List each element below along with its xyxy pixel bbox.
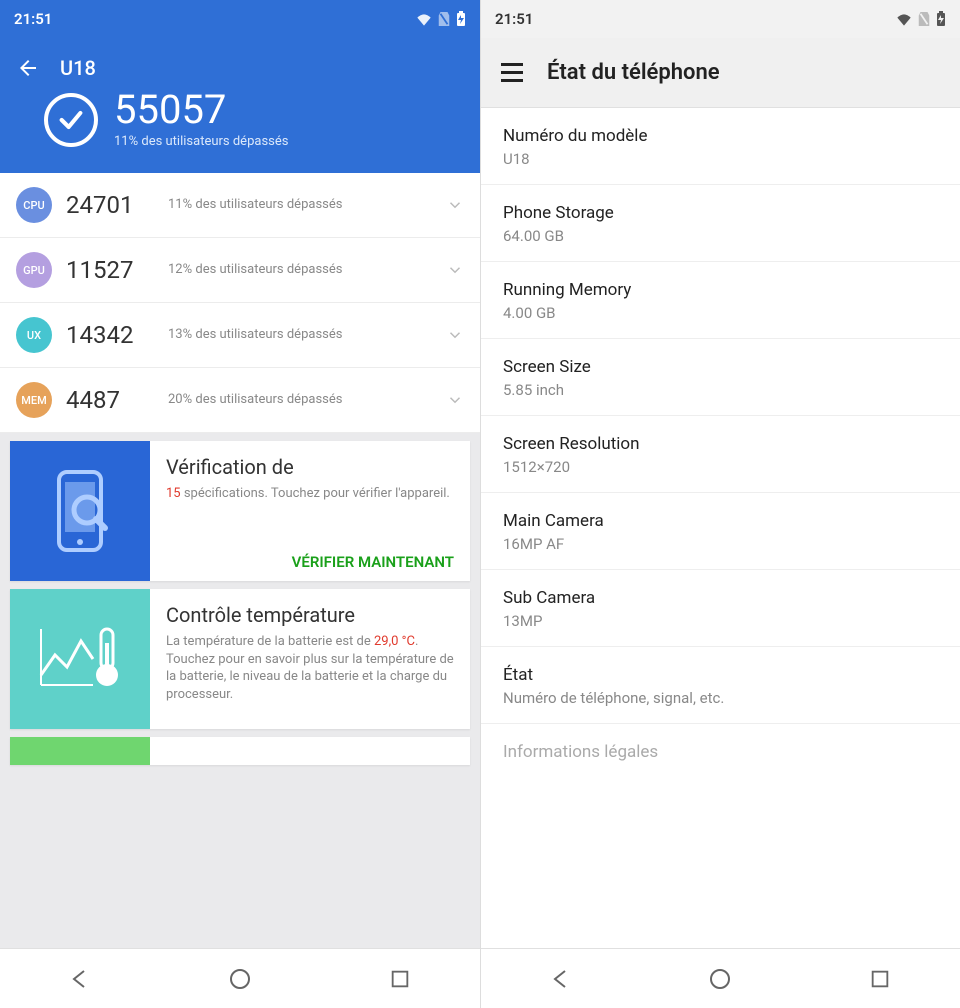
setting-row[interactable]: Running Memory 4.00 GB [481,262,960,339]
phone-search-icon [10,441,150,581]
system-navbar [481,948,960,1008]
status-icons [896,11,946,27]
card-text: La température de la batterie est de 29,… [166,633,454,703]
score-value: 24701 [66,191,154,219]
status-icons [416,11,466,27]
score-row-cpu[interactable]: CPU 24701 11% des utilisateurs dépassés [0,173,480,238]
chevron-down-icon [446,196,464,214]
setting-row-partial[interactable]: Informations légales [481,724,960,762]
setting-value: 5.85 inch [503,381,938,399]
card-verification[interactable]: Vérification de 15 spécifications. Touch… [10,441,470,581]
status-time: 21:51 [495,10,533,28]
menu-icon[interactable] [501,63,523,82]
setting-row[interactable]: Main Camera 16MP AF [481,493,960,570]
setting-value: 13MP [503,612,938,630]
setting-row[interactable]: Sub Camera 13MP [481,570,960,647]
setting-key: Screen Resolution [503,434,938,454]
score-value: 14342 [66,321,154,349]
setting-row[interactable]: Screen Resolution 1512×720 [481,416,960,493]
system-navbar [0,948,480,1008]
chevron-down-icon [446,261,464,279]
screen-phone-status: 21:51 État du téléphone Numéro du modèle… [480,0,960,1008]
setting-row[interactable]: Phone Storage 64.00 GB [481,185,960,262]
back-icon[interactable] [16,56,40,80]
wifi-icon [896,12,912,26]
page-title: État du téléphone [547,60,720,85]
statusbar: 21:51 [481,0,960,38]
badge-mem-icon: MEM [16,382,52,418]
chevron-down-icon [446,391,464,409]
setting-value: U18 [503,150,938,168]
card-temperature[interactable]: Contrôle température La température de l… [10,589,470,729]
setting-key: Numéro du modèle [503,126,938,146]
setting-key: Informations légales [503,742,938,762]
nav-home-icon[interactable] [226,965,254,993]
score-value: 4487 [66,386,154,414]
setting-key: Sub Camera [503,588,938,608]
sim-icon [918,12,930,26]
chevron-down-icon [446,326,464,344]
setting-row[interactable]: Numéro du modèle U18 [481,108,960,185]
score-sub: 13% des utilisateurs dépassés [168,327,432,344]
benchmark-header: U18 55057 11% des utilisateurs dépassés [0,38,480,173]
nav-recent-icon[interactable] [866,965,894,993]
score-row-gpu[interactable]: GPU 11527 12% des utilisateurs dépassés [0,238,480,303]
card-title: Contrôle température [166,603,454,627]
battery-icon [936,11,946,27]
score-value: 11527 [66,256,154,284]
battery-icon [456,11,466,27]
setting-value: Numéro de téléphone, signal, etc. [503,689,938,707]
badge-ux-icon: UX [16,317,52,353]
screen-benchmark: 21:51 U18 55057 11% des utilisateurs dép… [0,0,480,1008]
score-list: CPU 24701 11% des utilisateurs dépassés GPU… [0,173,480,433]
setting-row[interactable]: État Numéro de téléphone, signal, etc. [481,647,960,724]
score-row-ux[interactable]: UX 14342 13% des utilisateurs dépassés [0,303,480,368]
cards-area: Vérification de 15 spécifications. Touch… [0,433,480,948]
setting-key: Phone Storage [503,203,938,223]
score-sub: 20% des utilisateurs dépassés [168,392,432,409]
status-time: 21:51 [14,10,52,28]
badge-gpu-icon: GPU [16,252,52,288]
sim-icon [438,12,450,26]
score-sub: 11% des utilisateurs dépassés [168,197,432,214]
card-partial[interactable] [10,737,470,765]
temperature-icon [10,589,150,729]
setting-row[interactable]: Screen Size 5.85 inch [481,339,960,416]
setting-value: 4.00 GB [503,304,938,322]
setting-key: Screen Size [503,357,938,377]
nav-back-icon[interactable] [66,965,94,993]
setting-value: 64.00 GB [503,227,938,245]
total-score: 55057 [114,90,288,130]
setting-value: 1512×720 [503,458,938,476]
setting-key: Running Memory [503,280,938,300]
nav-recent-icon[interactable] [386,965,414,993]
card-text: 15 spécifications. Touchez pour vérifier… [166,485,454,503]
nav-back-icon[interactable] [547,965,575,993]
score-sub: 12% des utilisateurs dépassés [168,262,432,279]
score-check-icon [44,93,98,147]
settings-list[interactable]: Numéro du modèle U18 Phone Storage 64.00 GB… [481,108,960,948]
score-row-mem[interactable]: MEM 4487 20% des utilisateurs dépassés [0,368,480,433]
nav-home-icon[interactable] [706,965,734,993]
setting-value: 16MP AF [503,535,938,553]
badge-cpu-icon: CPU [16,187,52,223]
total-score-sub: 11% des utilisateurs dépassés [114,134,288,149]
wifi-icon [416,12,432,26]
statusbar: 21:51 [0,0,480,38]
setting-key: Main Camera [503,511,938,531]
appbar: État du téléphone [481,38,960,108]
setting-key: État [503,665,938,685]
page-title: U18 [60,56,96,80]
verify-now-button[interactable]: VÉRIFIER MAINTENANT [166,545,454,571]
partial-icon [10,737,150,765]
card-title: Vérification de [166,455,454,479]
